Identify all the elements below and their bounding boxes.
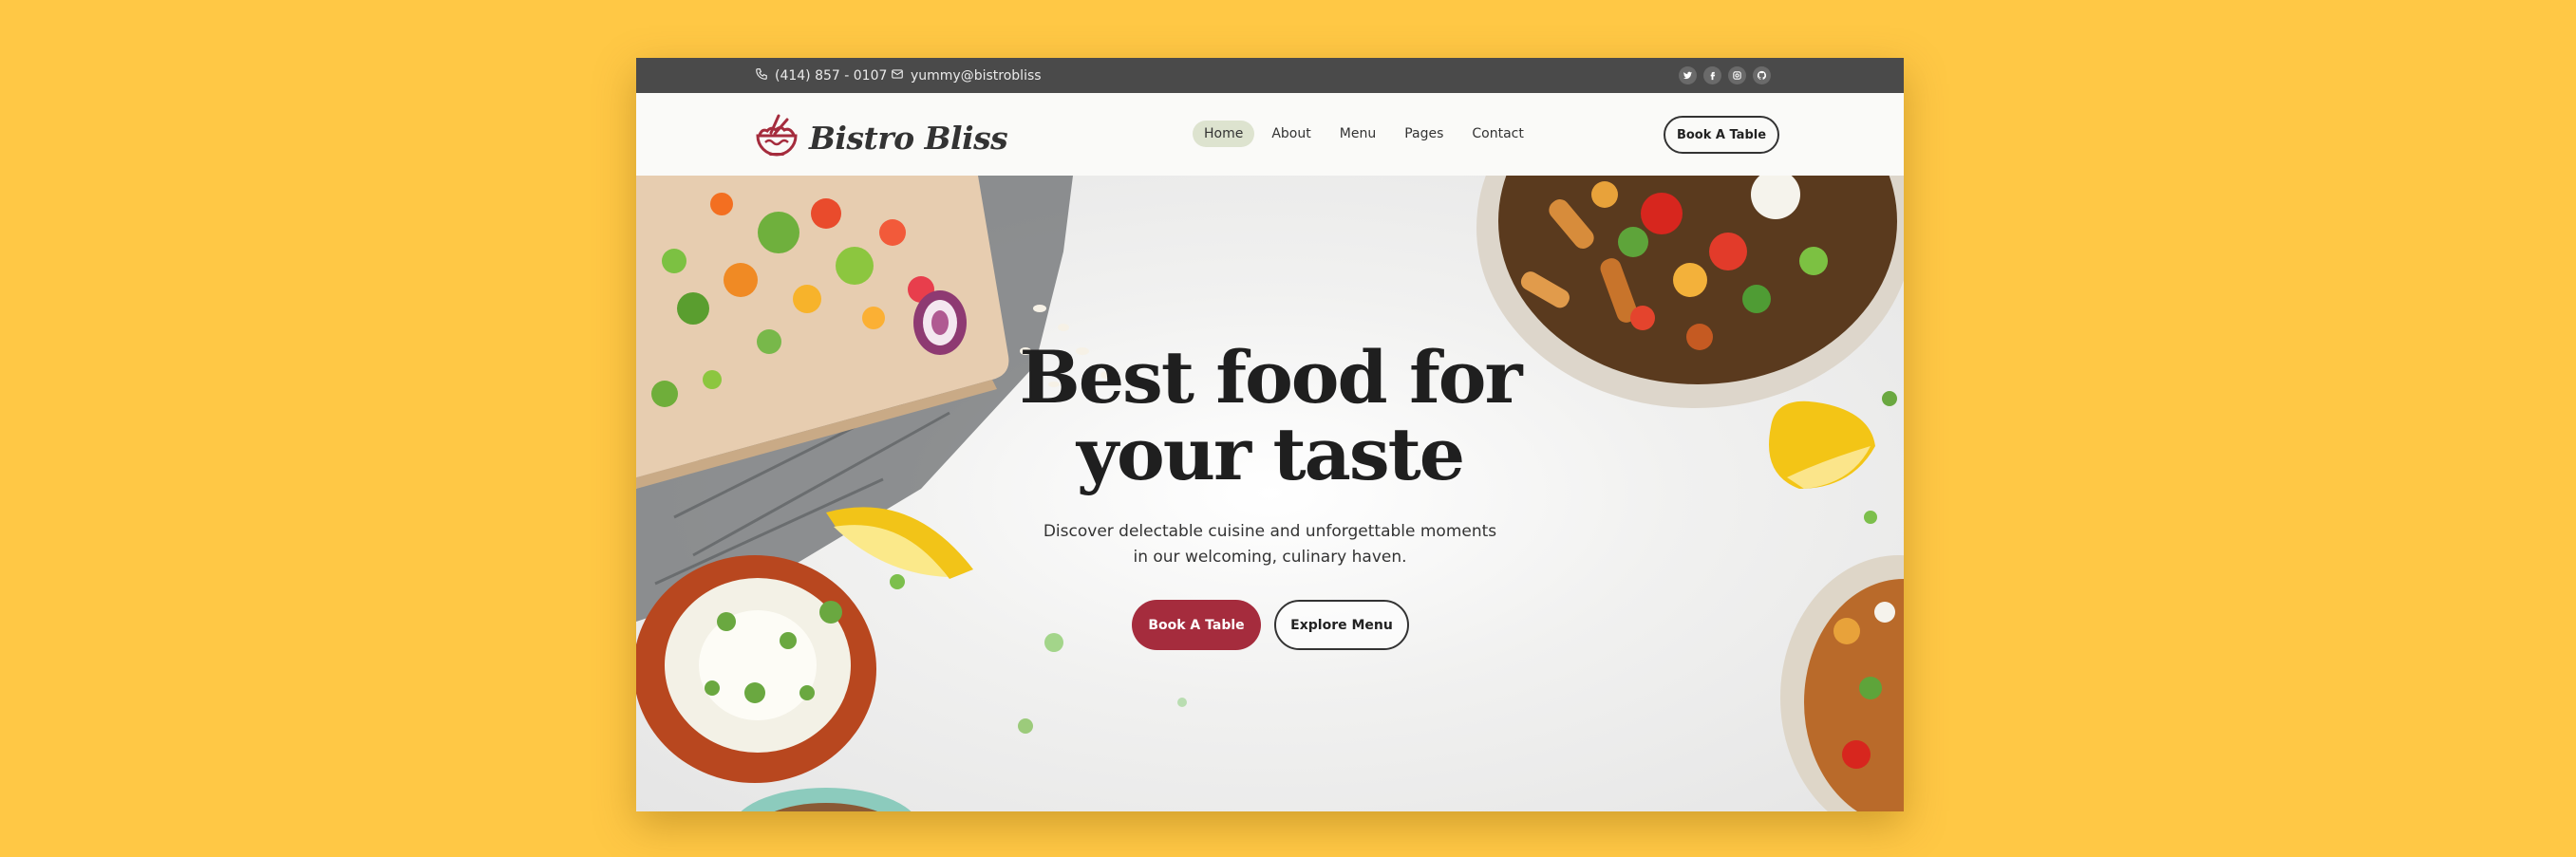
main-navbar: Bistro Bliss Home About Menu Pages Conta… [636, 93, 1904, 177]
github-icon[interactable] [1753, 66, 1771, 84]
primary-nav: Home About Menu Pages Contact [1193, 121, 1535, 147]
phone-icon [755, 67, 768, 84]
brand-name: Bistro Bliss [809, 119, 1008, 157]
explore-menu-button[interactable]: Explore Menu [1274, 600, 1409, 650]
mail-icon [891, 67, 904, 84]
email-contact[interactable]: yummy@bistrobliss [891, 58, 1042, 93]
nav-contact[interactable]: Contact [1460, 121, 1534, 147]
browser-frame: (414) 857 - 0107 yummy@bistrobliss Bistr… [636, 58, 1904, 811]
nav-menu[interactable]: Menu [1328, 121, 1387, 147]
book-table-hero-button[interactable]: Book A Table [1132, 600, 1261, 650]
hero-title-line-1: Best food for [1019, 335, 1522, 419]
nav-home[interactable]: Home [1193, 121, 1255, 147]
phone-contact[interactable]: (414) 857 - 0107 [755, 58, 887, 93]
hero-subtitle-line-1: Discover delectable cuisine and unforget… [1043, 522, 1497, 541]
phone-number: (414) 857 - 0107 [775, 67, 888, 84]
nav-about[interactable]: About [1260, 121, 1322, 147]
hero-subtitle: Discover delectable cuisine and unforget… [636, 519, 1904, 570]
noodle-bowl-logo-icon [754, 114, 799, 161]
nav-pages[interactable]: Pages [1393, 121, 1455, 147]
hero-subtitle-line-2: in our welcoming, culinary haven. [1133, 548, 1407, 567]
brand-logo[interactable]: Bistro Bliss [754, 114, 1008, 161]
book-table-header-button[interactable]: Book A Table [1664, 116, 1779, 154]
facebook-icon[interactable] [1703, 66, 1721, 84]
instagram-icon[interactable] [1728, 66, 1746, 84]
social-links [1679, 66, 1771, 84]
hero-title: Best food for your taste [636, 339, 1904, 493]
email-address: yummy@bistrobliss [911, 67, 1042, 84]
hero-title-line-2: your taste [1076, 412, 1465, 496]
twitter-icon[interactable] [1679, 66, 1697, 84]
top-info-bar: (414) 857 - 0107 yummy@bistrobliss [636, 58, 1904, 93]
hero-section: Best food for your taste Discover delect… [636, 176, 1904, 811]
